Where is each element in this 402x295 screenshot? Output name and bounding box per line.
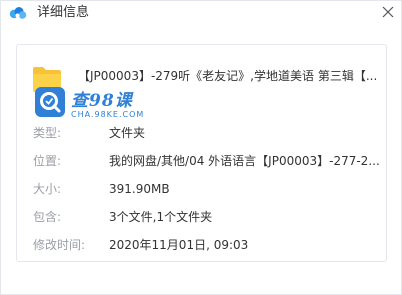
detail-row-location: 位置: 我的网盘/其他/04 外语语言【JP00003】-277-2... — [33, 152, 383, 170]
detail-row-modified: 修改时间: 2020年11月01日, 09:03 — [33, 236, 383, 254]
size-value: 391.90MB — [109, 182, 170, 196]
watermark-subtext: CHA.98KE.COM — [71, 110, 145, 119]
watermark-text: 查98课 — [71, 91, 133, 111]
close-icon[interactable] — [379, 3, 397, 21]
contains-label: 包含: — [33, 210, 62, 224]
details-panel: 【JP00003】-279听《老友记》,学地道美语 第三辑【... 查98课 C… — [16, 44, 387, 262]
detail-row-size: 大小: 391.90MB — [33, 180, 383, 198]
detail-row-type: 类型: 文件夹 — [33, 124, 383, 142]
file-name: 【JP00003】-279听《老友记》,学地道美语 第三辑【... — [78, 69, 378, 83]
title-bar: 详细信息 — [1, 1, 401, 27]
cloud-logo-icon — [9, 7, 27, 19]
watermark: 查98课 CHA.98KE.COM — [33, 85, 163, 125]
modified-value: 2020年11月01日, 09:03 — [109, 238, 249, 252]
contains-value: 3个文件,1个文件夹 — [109, 210, 213, 224]
location-label: 位置: — [33, 154, 62, 168]
watermark-logo-icon — [35, 87, 65, 117]
type-label: 类型: — [33, 126, 62, 140]
window-title: 详细信息 — [37, 5, 90, 20]
size-label: 大小: — [33, 182, 62, 196]
type-value: 文件夹 — [109, 126, 146, 140]
location-value[interactable]: 我的网盘/其他/04 外语语言【JP00003】-277-2... — [109, 152, 380, 170]
detail-row-contains: 包含: 3个文件,1个文件夹 — [33, 208, 383, 226]
modified-label: 修改时间: — [33, 238, 86, 252]
details-dialog: 详细信息 【JP00003】-279听《老友记》,学地道美语 第三辑【... 查… — [0, 0, 402, 295]
